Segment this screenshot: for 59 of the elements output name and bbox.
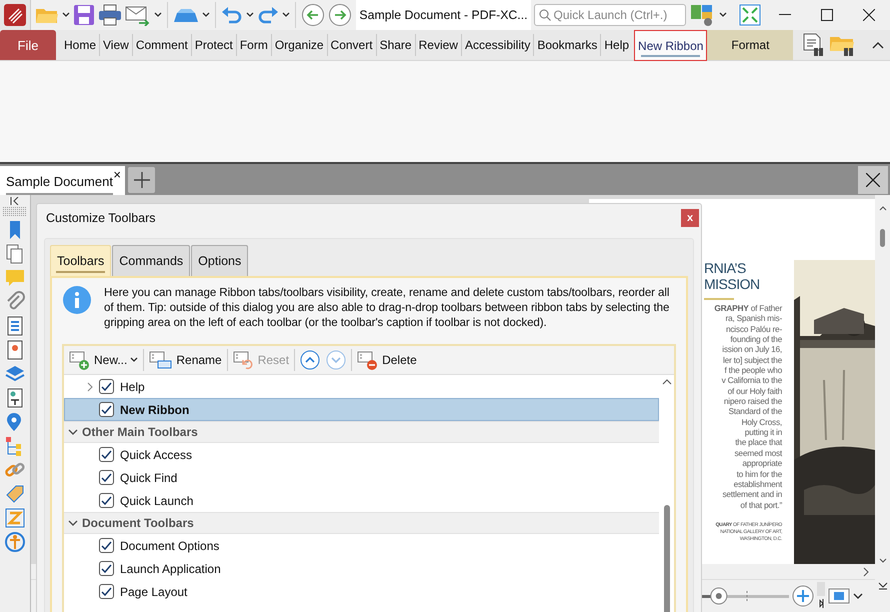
ribbon-tab[interactable]: Review [414,34,461,56]
file-tab[interactable]: File [0,30,56,60]
dialog-tab[interactable]: Options [191,245,248,276]
window-title: Sample Document - PDF-XC... [356,0,531,30]
article-text: the place that [735,437,782,448]
article-text: of that port.” [740,500,782,510]
article-text: ission on July 16, [722,344,782,355]
article-text: settlement and in [722,489,782,500]
delete-button[interactable]: Delete [354,348,420,372]
close-tab-button[interactable]: × [113,167,121,182]
ribbon-tab[interactable]: Accessibility [460,34,534,56]
ribbon-tab[interactable]: Format [707,30,794,60]
tree-item[interactable]: Help [120,380,145,394]
ribbon-tab[interactable]: Protect [190,34,236,56]
article-text: putting it in [744,427,782,438]
tree-item[interactable]: Quick Find [120,470,178,484]
ribbon-tab[interactable]: Form [236,34,271,56]
article-text: GRAPHY of Father [714,303,782,314]
new-button[interactable]: New... [66,348,142,372]
dialog-title: Customize Toolbars [46,211,156,225]
article-text: f the people who [724,365,782,376]
ribbon-tab[interactable]: Home [61,34,100,56]
tree-item[interactable]: New Ribbon [120,402,190,416]
ribbon-tab[interactable]: Comment [132,34,191,56]
article-text: to him for the [736,468,782,479]
tree-item[interactable]: Page Layout [120,584,188,598]
article-heading: MISSION [704,276,760,292]
article-text: nipero raised the [724,396,782,406]
rename-button[interactable]: Rename [146,348,225,372]
quick-launch-field[interactable]: Quick Launch (Ctrl+.) [534,4,686,26]
ribbon-tab[interactable]: Bookmarks [533,34,600,56]
ribbon-tab[interactable]: View [99,34,132,56]
ribbon-tab[interactable]: New Ribbon [634,30,708,61]
ribbon-tab[interactable]: Help [600,34,632,56]
article-text: ra, Spanish mis- [725,313,782,324]
group-header[interactable]: Document Toolbars [64,512,659,534]
ribbon-tab[interactable]: Share [376,34,415,56]
article-text: ncisco Palóu re- [726,324,782,334]
group-header[interactable]: Other Main Toolbars [64,421,659,443]
article-text: Holy Cross, [741,416,782,428]
article-text: appropriate [742,458,782,468]
info-text: Here you can manage Ribbon tabs/toolbars visibility, create, rename and delete custom tabs/toolbars, reorder all of them. Tip: outside of this dialog you are also able to drag-n-drop toolbars between ribbon tabs by selecting the gripping area on the left of each toolbar (or the toolbar's caption if toolbar is not docked). [104,285,670,330]
article-text: establishment [734,478,782,490]
tree-item[interactable]: Quick Launch [120,494,194,508]
article-heading: RNIA’S [704,260,746,276]
dialog-tab[interactable]: Commands [112,245,190,276]
article-text: v California to the [722,375,782,386]
tree-item[interactable]: Document Options [120,538,220,552]
article-text: ler to] subject the [722,354,782,366]
dialog-tab[interactable]: Toolbars [50,245,112,276]
article-text: of our Holy faith [728,386,782,396]
ribbon-tab[interactable]: Convert [326,34,376,56]
tree-item[interactable]: Launch Application [120,562,221,576]
article-text: founding of the [730,334,782,344]
ribbon-tab[interactable]: Organize [270,34,327,56]
close-button[interactable]: x [681,209,699,227]
article-text: seemed most [734,448,782,458]
article-text: Standard of the [728,406,782,417]
tree-item[interactable]: Quick Access [120,448,192,462]
